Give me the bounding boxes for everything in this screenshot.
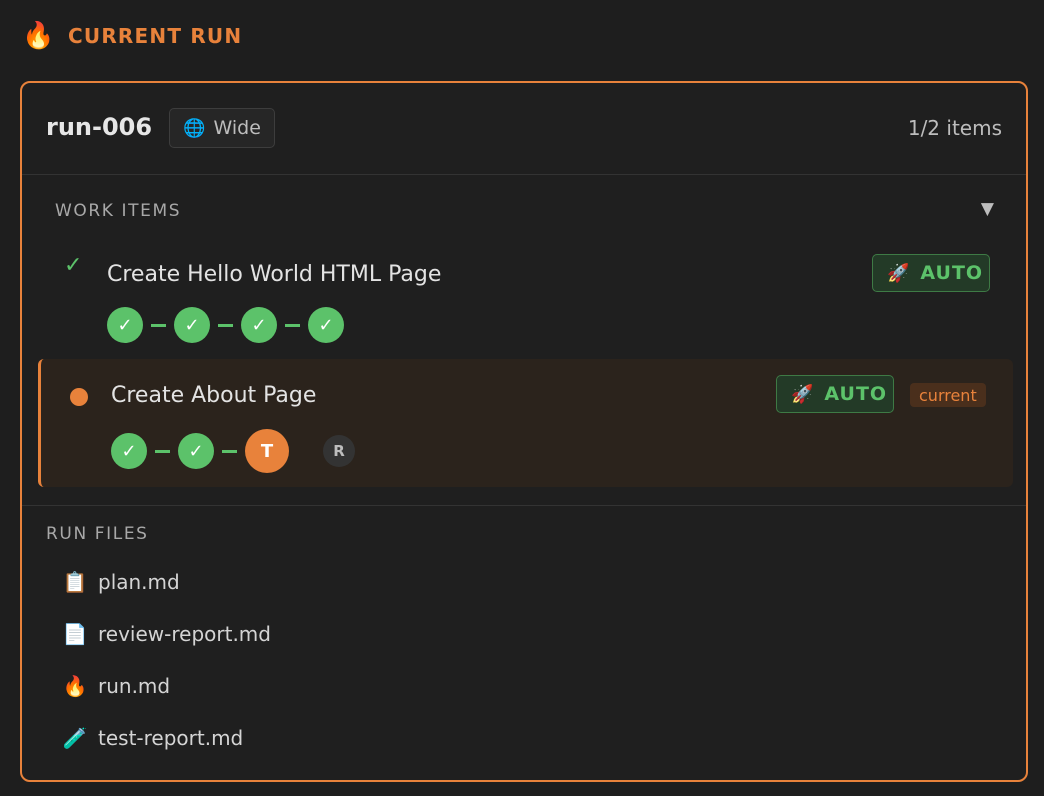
globe-icon: 🌐: [183, 117, 206, 139]
fire-icon: 🔥: [62, 674, 88, 698]
current-run-card: run-006 🌐 Wide 1/2 items WORK ITEMS ▼ ✓ …: [20, 81, 1028, 782]
checkmark-icon: ✓: [64, 253, 83, 278]
run-id: run-006: [46, 113, 153, 141]
file-item[interactable]: 📄 review-report.md: [62, 622, 271, 646]
auto-label: AUTO: [920, 262, 984, 284]
stage-complete-check-icon: ✓: [308, 307, 344, 343]
stage-connector: [218, 323, 233, 327]
stage-complete-check-icon: ✓: [178, 433, 214, 469]
stage-connector: [285, 323, 300, 327]
section-title: CURRENT RUN: [68, 24, 243, 48]
file-name: review-report.md: [98, 622, 271, 646]
divider: [22, 505, 1026, 506]
work-item[interactable]: ✓ Create Hello World HTML Page 🚀 AUTO ✓ …: [38, 243, 1010, 353]
auto-badge: 🚀 AUTO: [776, 375, 894, 413]
stage-pending-review: R: [323, 435, 355, 467]
run-header: run-006 🌐 Wide 1/2 items: [22, 83, 1026, 175]
stage-complete-check-icon: ✓: [174, 307, 210, 343]
in-progress-dot-icon: [70, 388, 88, 406]
work-items-label: WORK ITEMS: [55, 201, 182, 221]
scope-label: Wide: [213, 117, 261, 139]
document-icon: 📄: [62, 622, 88, 646]
work-item-current[interactable]: Create About Page 🚀 AUTO current ✓ ✓ T R: [38, 359, 1013, 487]
chevron-down-icon[interactable]: ▼: [981, 199, 994, 219]
items-count: 1/2 items: [907, 116, 1002, 140]
file-item[interactable]: 🧪 test-report.md: [62, 726, 244, 750]
auto-label: AUTO: [824, 383, 888, 405]
file-item[interactable]: 🔥 run.md: [62, 674, 171, 698]
rocket-icon: 🚀: [887, 262, 911, 284]
stage-connector: [151, 323, 166, 327]
file-name: run.md: [98, 674, 171, 698]
current-tag: current: [910, 383, 986, 407]
fire-icon: 🔥: [22, 21, 55, 51]
stage-active-test: T: [245, 429, 289, 473]
stage-connector: [222, 449, 237, 453]
section-header: 🔥 CURRENT RUN: [22, 18, 242, 54]
stage-progress: ✓ ✓ T R: [111, 429, 355, 473]
rocket-icon: 🚀: [791, 383, 815, 405]
clipboard-icon: 📋: [62, 570, 88, 594]
stage-complete-check-icon: ✓: [111, 433, 147, 469]
run-files-label: RUN FILES: [46, 524, 149, 544]
file-item[interactable]: 📋 plan.md: [62, 570, 180, 594]
stage-complete-check-icon: ✓: [241, 307, 277, 343]
stage-complete-check-icon: ✓: [107, 307, 143, 343]
work-item-title: Create Hello World HTML Page: [107, 262, 442, 287]
file-name: test-report.md: [98, 726, 244, 750]
file-name: plan.md: [98, 570, 180, 594]
scope-badge: 🌐 Wide: [169, 108, 275, 148]
test-tube-icon: 🧪: [62, 726, 88, 750]
stage-progress: ✓ ✓ ✓ ✓: [107, 307, 344, 343]
stage-connector: [155, 449, 170, 453]
auto-badge: 🚀 AUTO: [872, 254, 990, 292]
work-item-title: Create About Page: [111, 383, 317, 408]
